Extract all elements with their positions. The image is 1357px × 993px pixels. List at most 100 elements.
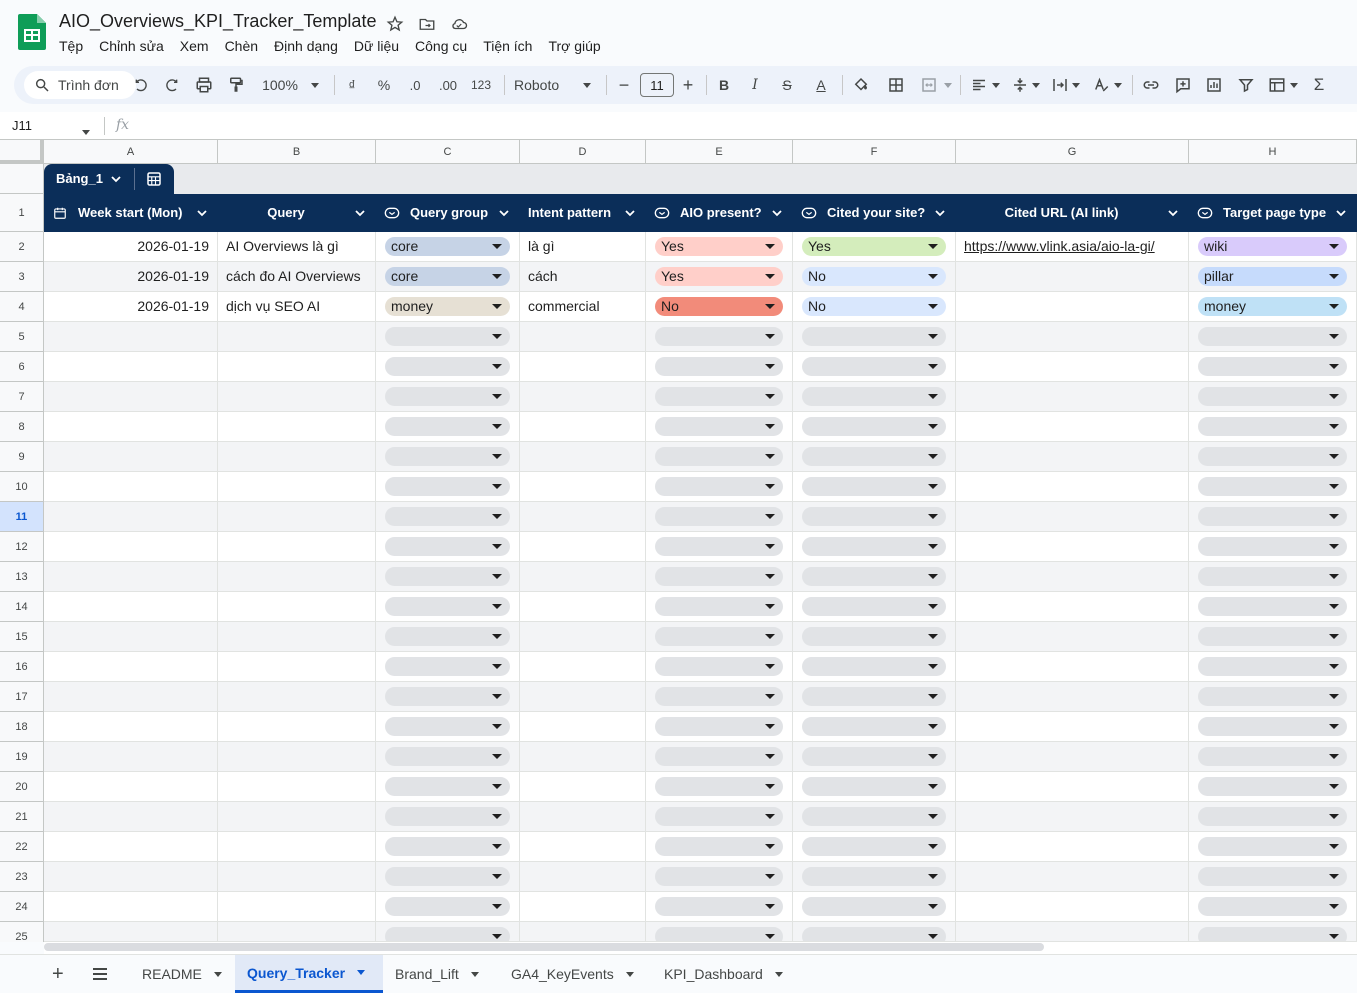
cell-target[interactable] (1189, 862, 1357, 892)
dropdown-arrow-icon[interactable] (765, 484, 775, 489)
table-header-cited-your-site[interactable]: Cited your site? (793, 194, 956, 232)
sheet-tab-dropdown-icon[interactable] (357, 970, 366, 975)
dropdown-arrow-icon[interactable] (765, 574, 775, 579)
row-header-12[interactable]: 12 (0, 532, 44, 562)
aio-dropdown-chip[interactable] (655, 687, 783, 706)
row-header-19[interactable]: 19 (0, 742, 44, 772)
target-dropdown-chip[interactable] (1198, 837, 1347, 856)
cell-cited[interactable] (793, 502, 956, 532)
dropdown-arrow-icon[interactable] (1329, 574, 1339, 579)
name-box-dropdown-icon[interactable] (82, 122, 90, 140)
dropdown-arrow-icon[interactable] (492, 814, 502, 819)
group-dropdown-chip[interactable] (385, 807, 510, 826)
aio-dropdown-chip[interactable] (655, 387, 783, 406)
cell-week[interactable] (44, 472, 218, 502)
cited-dropdown-chip[interactable] (802, 897, 946, 916)
target-dropdown-chip[interactable] (1198, 567, 1347, 586)
aio-dropdown-chip[interactable] (655, 357, 783, 376)
cell-url[interactable] (956, 772, 1189, 802)
cell-aio[interactable] (646, 622, 793, 652)
row-header-25[interactable]: 25 (0, 922, 44, 942)
dropdown-arrow-icon[interactable] (492, 274, 502, 279)
cited-dropdown-chip[interactable] (802, 657, 946, 676)
cell-aio[interactable] (646, 502, 793, 532)
cell-aio[interactable] (646, 922, 793, 942)
cell-url[interactable] (956, 532, 1189, 562)
dropdown-arrow-icon[interactable] (928, 934, 938, 939)
group-dropdown-chip[interactable] (385, 477, 510, 496)
decrease-font-size-button[interactable]: − (614, 66, 634, 104)
cell-cited[interactable] (793, 442, 956, 472)
cell-cited[interactable]: Yes (793, 232, 956, 262)
target-dropdown-chip[interactable] (1198, 657, 1347, 676)
menu-file[interactable]: Tệp (59, 36, 91, 56)
cell-url[interactable] (956, 862, 1189, 892)
dropdown-arrow-icon[interactable] (492, 484, 502, 489)
cell-cited[interactable] (793, 862, 956, 892)
dropdown-arrow-icon[interactable] (765, 304, 775, 309)
dropdown-arrow-icon[interactable] (765, 934, 775, 939)
row-header-6[interactable]: 6 (0, 352, 44, 382)
text-wrapping-dropdown-icon[interactable] (1070, 66, 1082, 104)
dropdown-arrow-icon[interactable] (1329, 694, 1339, 699)
sheet-tab-brand-lift[interactable]: Brand_Lift (383, 955, 495, 993)
cited-dropdown-chip[interactable]: Yes (802, 237, 946, 256)
cell-cited[interactable] (793, 922, 956, 942)
menu-help[interactable]: Trợ giúp (540, 36, 608, 56)
cell-aio[interactable]: Yes (646, 232, 793, 262)
target-dropdown-chip[interactable] (1198, 627, 1347, 646)
chevron-down-icon[interactable] (771, 208, 783, 218)
cell-group[interactable] (376, 622, 520, 652)
cell-query[interactable] (218, 592, 376, 622)
dropdown-arrow-icon[interactable] (492, 904, 502, 909)
table-header-cited-url[interactable]: Cited URL (AI link) (956, 194, 1189, 232)
group-dropdown-chip[interactable] (385, 837, 510, 856)
horizontal-align-icon[interactable] (968, 66, 990, 104)
dropdown-arrow-icon[interactable] (765, 874, 775, 879)
cell-query[interactable] (218, 712, 376, 742)
dropdown-arrow-icon[interactable] (492, 664, 502, 669)
dropdown-arrow-icon[interactable] (1329, 904, 1339, 909)
sheet-tab-dropdown-icon[interactable] (470, 971, 479, 977)
dropdown-arrow-icon[interactable] (1329, 274, 1339, 279)
cell-cited[interactable] (793, 382, 956, 412)
cell-intent[interactable] (520, 322, 646, 352)
row-header-16[interactable]: 16 (0, 652, 44, 682)
cited-dropdown-chip[interactable] (802, 717, 946, 736)
cell-intent[interactable] (520, 652, 646, 682)
spreadsheet-grid[interactable]: ABCDEFGH 1 2 3 4 5 6 7 8 9 10 11 12 13 14 15 16 17 18 19 20… (0, 140, 1357, 942)
sheet-tab-dropdown-icon[interactable] (213, 971, 222, 977)
cell-week[interactable] (44, 442, 218, 472)
chevron-down-icon[interactable] (110, 173, 122, 185)
chevron-down-icon[interactable] (624, 208, 636, 218)
dropdown-arrow-icon[interactable] (928, 784, 938, 789)
format-currency-button[interactable]: ₫ (342, 66, 362, 104)
dropdown-arrow-icon[interactable] (928, 574, 938, 579)
table-header-intent-pattern[interactable]: Intent pattern (520, 194, 646, 232)
row-header-18[interactable]: 18 (0, 712, 44, 742)
cell-group[interactable] (376, 382, 520, 412)
cell-url[interactable] (956, 262, 1189, 292)
horizontal-align-dropdown-icon[interactable] (990, 66, 1002, 104)
cell-query[interactable] (218, 472, 376, 502)
strikethrough-button[interactable]: S (777, 66, 797, 104)
italic-button[interactable]: I (745, 66, 765, 104)
cell-cited[interactable] (793, 652, 956, 682)
dropdown-arrow-icon[interactable] (1329, 814, 1339, 819)
cell-query[interactable] (218, 802, 376, 832)
cell-week[interactable] (44, 892, 218, 922)
dropdown-arrow-icon[interactable] (1329, 334, 1339, 339)
cell-intent[interactable] (520, 532, 646, 562)
cited-dropdown-chip[interactable] (802, 597, 946, 616)
dropdown-arrow-icon[interactable] (492, 304, 502, 309)
cell-aio[interactable] (646, 382, 793, 412)
format-percent-button[interactable]: % (373, 66, 395, 104)
row-header-4[interactable]: 4 (0, 292, 44, 322)
cell-query[interactable] (218, 322, 376, 352)
dropdown-arrow-icon[interactable] (492, 934, 502, 939)
dropdown-arrow-icon[interactable] (765, 844, 775, 849)
target-dropdown-chip[interactable] (1198, 537, 1347, 556)
row-header-8[interactable]: 8 (0, 412, 44, 442)
group-dropdown-chip[interactable] (385, 657, 510, 676)
undo-icon[interactable] (130, 66, 152, 104)
